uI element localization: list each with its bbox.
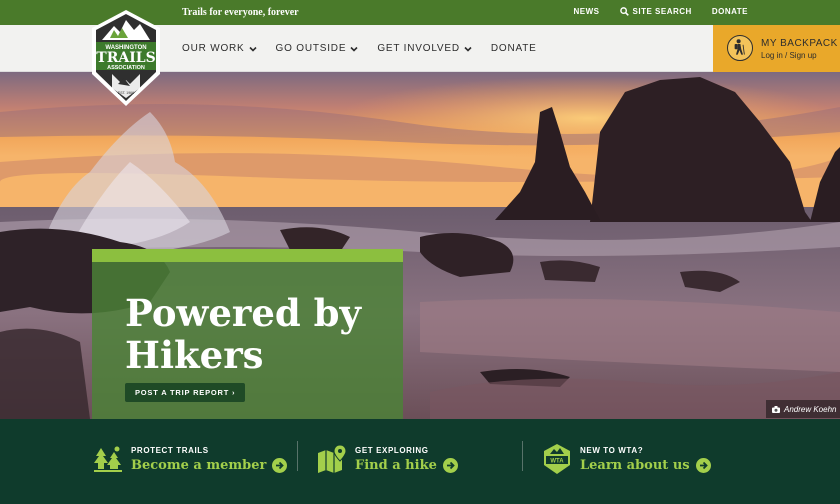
wta-logo[interactable]: WASHINGTON TRAILS ASSOCIATION EST. 1966 bbox=[88, 8, 164, 108]
arrow-right-icon bbox=[272, 457, 288, 473]
login-signup-link[interactable]: Log in / Sign up bbox=[761, 51, 817, 60]
nav-our-work[interactable]: OUR WORK bbox=[182, 43, 257, 54]
site-search-link[interactable]: SITE SEARCH bbox=[619, 7, 692, 16]
logo-line3: ASSOCIATION bbox=[107, 65, 145, 71]
callout-new-to-wta[interactable]: WTA NEW TO WTA? Learn about us bbox=[541, 439, 711, 479]
callout-label: PROTECT TRAILS bbox=[131, 445, 209, 455]
callout-link-text: Learn about us bbox=[580, 457, 690, 473]
search-icon bbox=[619, 7, 629, 16]
trees-icon bbox=[94, 446, 122, 472]
tagline: Trails for everyone, forever bbox=[182, 7, 299, 18]
callout-label: GET EXPLORING bbox=[355, 445, 429, 455]
nav-item-label: DONATE bbox=[490, 43, 537, 54]
wta-badge-icon: WTA bbox=[544, 444, 570, 474]
utility-links: NEWS SITE SEARCH DONATE bbox=[574, 7, 748, 16]
callout-protect-trails[interactable]: PROTECT TRAILS Become a member bbox=[92, 439, 288, 479]
nav-get-involved[interactable]: GET INVOLVED bbox=[377, 43, 472, 54]
chevron-down-icon bbox=[464, 46, 472, 52]
divider bbox=[297, 441, 298, 471]
find-hike-link[interactable]: Find a hike bbox=[355, 457, 458, 473]
hiker-icon bbox=[727, 35, 753, 61]
donate-link[interactable]: DONATE bbox=[712, 7, 748, 16]
photo-credit-text: Andrew Koehn bbox=[784, 404, 837, 414]
logo-est: EST. 1966 bbox=[118, 91, 134, 95]
callout-get-exploring[interactable]: GET EXPLORING Find a hike bbox=[316, 439, 458, 479]
callout-label: NEW TO WTA? bbox=[580, 445, 644, 455]
arrow-right-icon bbox=[442, 457, 458, 473]
nav-item-label: OUR WORK bbox=[182, 43, 245, 54]
nav-go-outside[interactable]: GO OUTSIDE bbox=[276, 43, 359, 54]
become-member-link[interactable]: Become a member bbox=[131, 457, 288, 473]
hero-title: Powered by Hikers bbox=[125, 291, 362, 377]
callout-link-text: Find a hike bbox=[355, 457, 437, 473]
chevron-down-icon bbox=[350, 46, 358, 52]
my-backpack-button[interactable]: MY BACKPACK Log in / Sign up bbox=[713, 25, 840, 72]
learn-about-us-link[interactable]: Learn about us bbox=[580, 457, 711, 473]
logo-line2: TRAILS bbox=[96, 50, 155, 66]
map-icon bbox=[318, 444, 347, 473]
site-search-label: SITE SEARCH bbox=[632, 7, 692, 16]
nav-item-label: GET INVOLVED bbox=[377, 43, 460, 54]
arrow-right-icon bbox=[695, 457, 711, 473]
post-trip-report-button[interactable]: POST A TRIP REPORT › bbox=[125, 383, 246, 402]
nav-item-label: GO OUTSIDE bbox=[275, 43, 347, 54]
hero-card: Powered by Hikers POST A TRIP REPORT › bbox=[92, 249, 403, 419]
divider bbox=[522, 441, 523, 471]
photo-credit: Andrew Koehn bbox=[766, 400, 840, 418]
chevron-down-icon bbox=[248, 46, 257, 52]
callout-link-text: Become a member bbox=[131, 457, 267, 473]
nav-donate[interactable]: DONATE bbox=[491, 43, 537, 54]
callout-bar: PROTECT TRAILS Become a member GET EXPLO… bbox=[0, 419, 840, 504]
camera-icon bbox=[772, 405, 780, 413]
svg-text:WTA: WTA bbox=[550, 459, 564, 465]
backpack-title: MY BACKPACK bbox=[761, 38, 838, 49]
news-link[interactable]: NEWS bbox=[574, 7, 600, 16]
